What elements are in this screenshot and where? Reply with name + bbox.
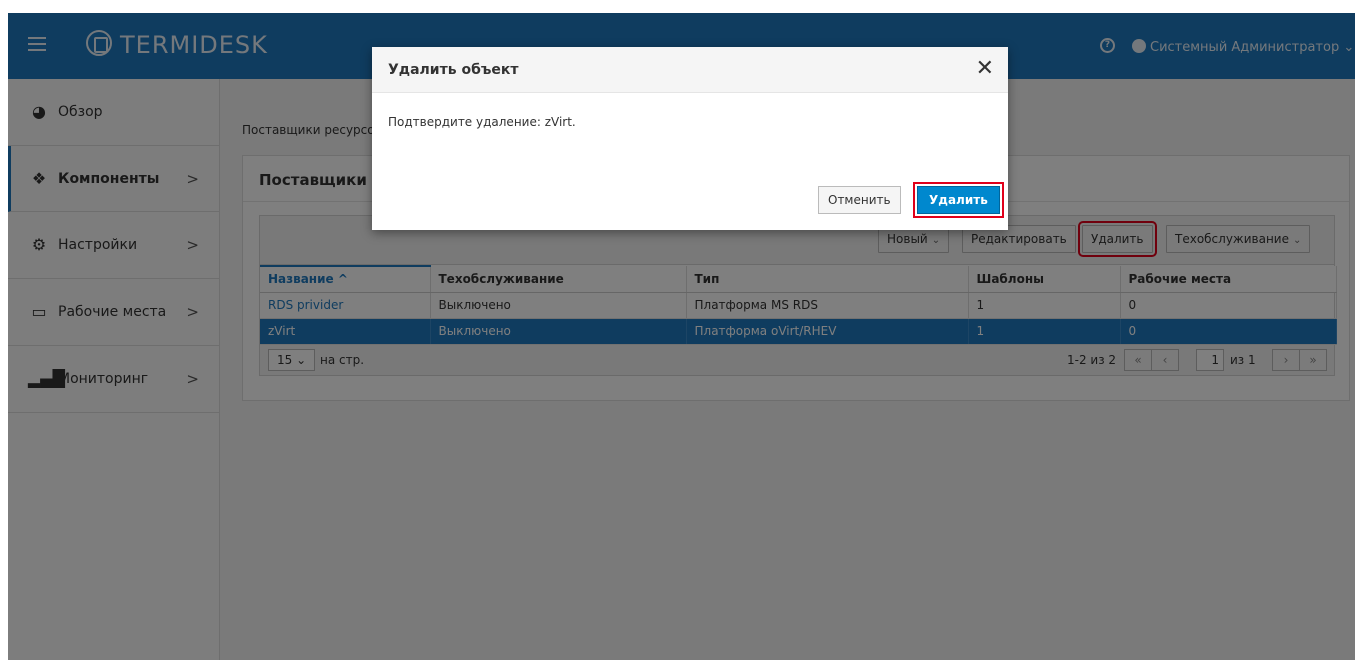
cancel-button[interactable]: Отменить bbox=[818, 186, 901, 214]
confirm-delete-button[interactable]: Удалить bbox=[913, 182, 1004, 218]
dialog-header: Удалить объект ✕ bbox=[372, 47, 1008, 93]
dialog-message: Подтвердите удаление: zVirt. bbox=[388, 115, 576, 129]
app-window: TERMIDESK ? Системный Администратор ⌄ ◕ … bbox=[8, 13, 1355, 660]
close-icon[interactable]: ✕ bbox=[976, 57, 994, 81]
delete-dialog: Удалить объект ✕ Подтвердите удаление: z… bbox=[372, 47, 1008, 230]
dialog-title: Удалить объект bbox=[388, 62, 519, 78]
